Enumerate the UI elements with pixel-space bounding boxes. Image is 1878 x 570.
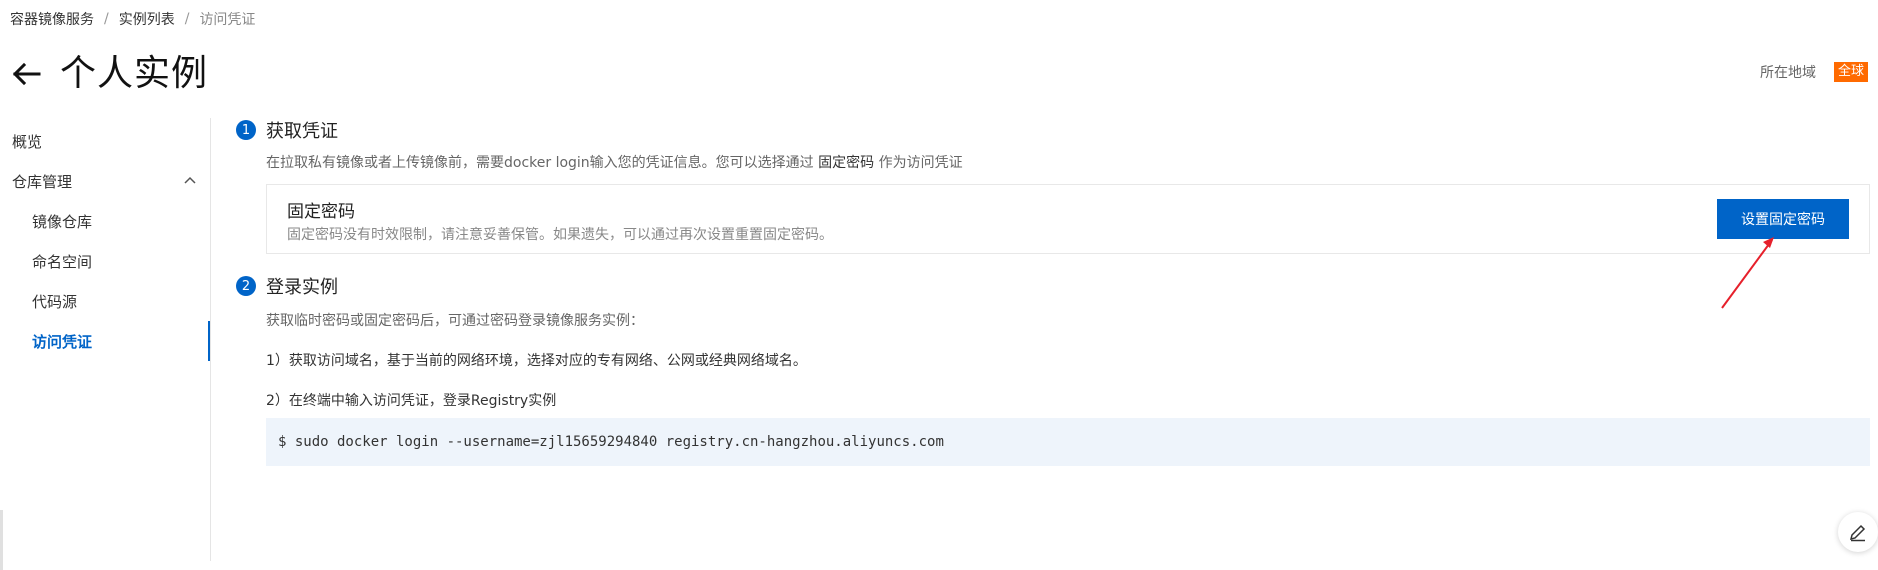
region-label: 所在地域	[1759, 65, 1816, 81]
step2-instruction-2: 2）在终端中输入访问凭证，登录Registry实例	[266, 393, 557, 409]
step2-title: 2 登录实例	[236, 274, 338, 298]
breadcrumb-separator: /	[104, 11, 109, 27]
card-description: 固定密码没有时效限制，请注意妥善保管。如果遗失，可以通过再次设置重置固定密码。	[287, 227, 833, 243]
step1-desc-suffix: 作为访问凭证	[878, 155, 963, 171]
step2-instruction-1: 1）获取访问域名，基于当前的网络环境，选择对应的专有网络、公网或经典网络域名。	[266, 353, 807, 369]
step1-desc-highlight: 固定密码	[818, 155, 875, 171]
step2-number-badge: 2	[236, 276, 256, 296]
sidebar-item-label: 仓库管理	[12, 172, 73, 191]
sidebar-item-overview[interactable]: 概览	[0, 121, 210, 161]
login-command-text: $ sudo docker login --username=zjl156592…	[278, 434, 944, 450]
breadcrumb-item-container-registry[interactable]: 容器镜像服务	[10, 9, 94, 29]
annotation-arrow-icon	[1721, 237, 1774, 309]
step1-title-text: 获取凭证	[266, 121, 338, 142]
step1-number-badge: 1	[236, 120, 256, 140]
sidebar: 概览 仓库管理 镜像仓库 命名空间 代码源 访问凭证	[0, 118, 211, 570]
breadcrumb-item-access-credential: 访问凭证	[199, 12, 256, 28]
sidebar-item-code-source[interactable]: 代码源	[0, 281, 210, 321]
step2-title-text: 登录实例	[266, 277, 338, 298]
sidebar-item-label: 访问凭证	[32, 332, 93, 351]
step2-description: 获取临时密码或固定密码后，可通过密码登录镜像服务实例：	[266, 313, 644, 329]
sidebar-item-label: 命名空间	[32, 252, 93, 271]
sidebar-item-image-repo[interactable]: 镜像仓库	[0, 201, 210, 241]
chevron-up-icon	[184, 176, 196, 184]
floating-edit-button[interactable]	[1838, 512, 1878, 552]
sidebar-item-namespace[interactable]: 命名空间	[0, 241, 210, 281]
breadcrumb: 容器镜像服务 / 实例列表 / 访问凭证	[10, 9, 255, 29]
sidebar-item-label: 概览	[12, 132, 43, 151]
sidebar-item-access-credential[interactable]: 访问凭证	[0, 321, 210, 361]
region-selector: 所在地域 全球	[1760, 62, 1868, 82]
sidebar-item-label: 代码源	[32, 292, 78, 311]
arrow-left-icon	[12, 62, 41, 86]
page-header: 个人实例	[10, 50, 208, 98]
step1-desc-prefix: 在拉取私有镜像或者上传镜像前，需要docker login输入您的凭证信息。您可…	[266, 155, 814, 171]
back-button[interactable]	[10, 58, 42, 90]
step1-title: 1 获取凭证	[236, 118, 338, 142]
login-command-block[interactable]: $ sudo docker login --username=zjl156592…	[266, 418, 1870, 466]
breadcrumb-item-instance-list[interactable]: 实例列表	[119, 9, 175, 29]
region-badge[interactable]: 全球	[1833, 62, 1868, 82]
sidebar-item-repo-management[interactable]: 仓库管理	[0, 161, 210, 201]
page-title: 个人实例	[60, 53, 209, 94]
fixed-password-card: 固定密码 固定密码没有时效限制，请注意妥善保管。如果遗失，可以通过再次设置重置固…	[266, 184, 1870, 254]
edit-icon	[1849, 524, 1866, 542]
step1-description: 在拉取私有镜像或者上传镜像前，需要docker login输入您的凭证信息。您可…	[266, 152, 963, 172]
card-title: 固定密码	[287, 202, 355, 222]
breadcrumb-separator: /	[184, 11, 190, 27]
sidebar-collapse-handle[interactable]	[0, 510, 3, 570]
sidebar-item-label: 镜像仓库	[32, 212, 93, 231]
